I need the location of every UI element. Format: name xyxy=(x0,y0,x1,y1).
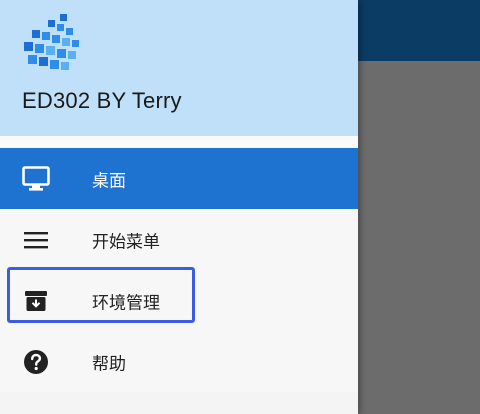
app-logo-icon xyxy=(24,14,79,70)
help-circle-icon xyxy=(21,347,51,377)
menu-item-label: 桌面 xyxy=(92,171,126,191)
app-toolbar xyxy=(358,0,480,61)
screen: ED302 BY Terry 桌面 开始菜单 环境管理 帮助 xyxy=(0,0,480,414)
app-title: ED302 BY Terry xyxy=(22,88,182,113)
menu-item-label: 环境管理 xyxy=(92,293,160,313)
drawer-header: ED302 BY Terry xyxy=(0,0,358,136)
menu-item-start-menu[interactable]: 开始菜单 xyxy=(0,209,358,270)
menu-item-desktop[interactable]: 桌面 xyxy=(0,148,358,209)
drawer-menu: 桌面 开始菜单 环境管理 帮助 xyxy=(0,148,358,392)
drawer-divider xyxy=(0,136,358,148)
archive-download-icon xyxy=(21,286,51,316)
menu-item-label: 帮助 xyxy=(92,354,126,374)
hamburger-menu-icon xyxy=(21,225,51,255)
menu-item-label: 开始菜单 xyxy=(92,232,160,252)
monitor-icon xyxy=(21,164,51,194)
navigation-drawer: ED302 BY Terry 桌面 开始菜单 环境管理 帮助 xyxy=(0,0,358,414)
menu-item-environment-management[interactable]: 环境管理 xyxy=(0,270,358,331)
menu-item-help[interactable]: 帮助 xyxy=(0,331,358,392)
